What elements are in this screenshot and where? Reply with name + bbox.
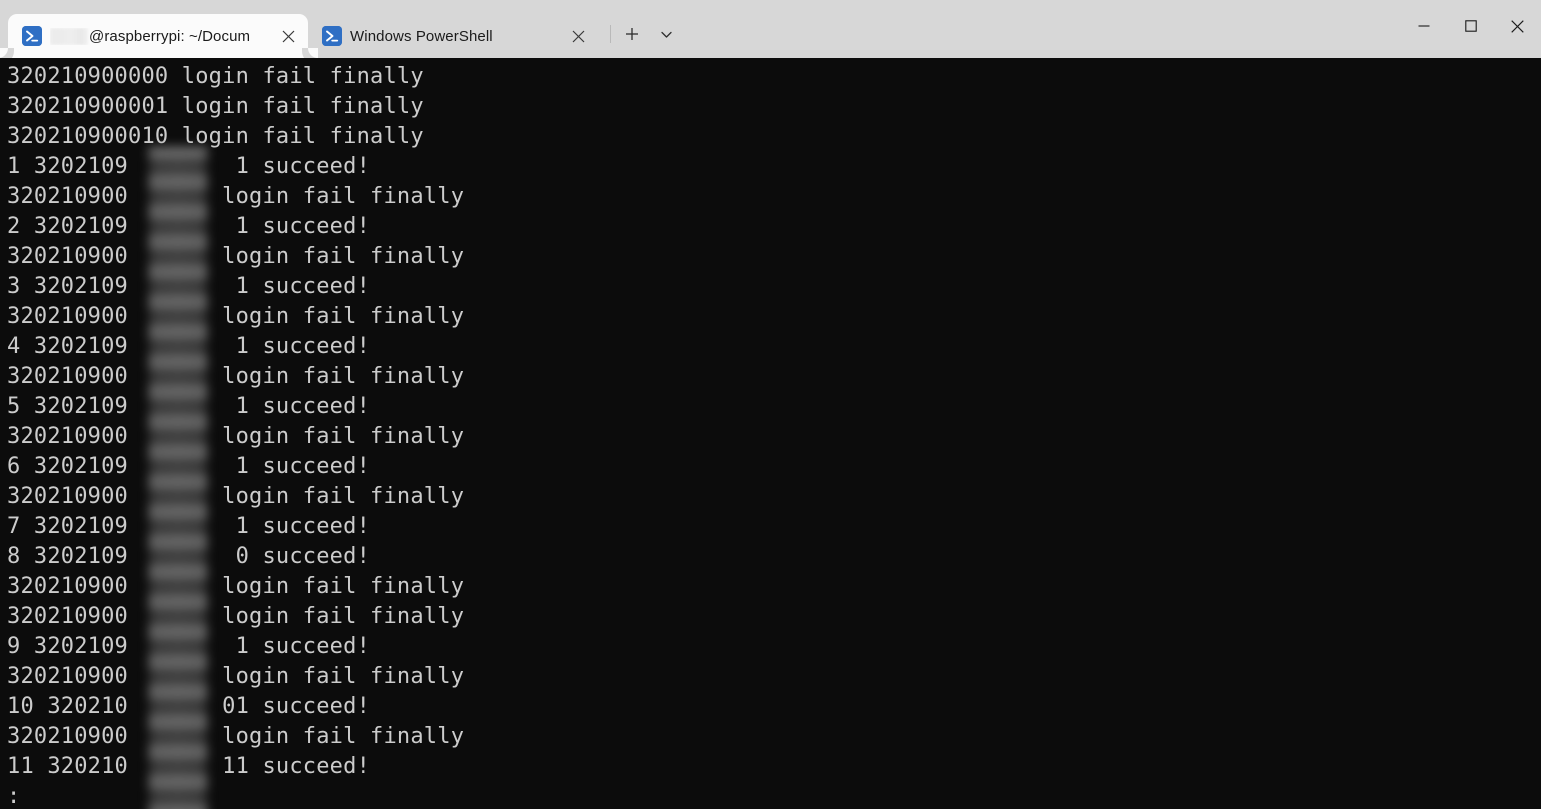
tab-ssh-raspberrypi[interactable]: @raspberrypi: ~/Docum	[0, 14, 318, 58]
terminal-line: 6 3202109 1 succeed!	[7, 454, 371, 479]
minimize-icon[interactable]	[1400, 0, 1447, 52]
terminal-line: 320210900 login fail finally	[7, 244, 465, 269]
terminal-line: 320210900 login fail finally	[7, 364, 465, 389]
terminal-line: 11 320210 11 succeed!	[7, 754, 371, 779]
titlebar-drag-area	[683, 0, 1400, 58]
tab-title: Windows PowerShell	[350, 28, 564, 45]
terminal-line: 7 3202109 1 succeed!	[7, 514, 371, 539]
maximize-icon[interactable]	[1447, 0, 1494, 52]
close-icon[interactable]	[564, 22, 592, 50]
terminal-line: 2 3202109 1 succeed!	[7, 214, 371, 239]
terminal-line: 5 3202109 1 succeed!	[7, 394, 371, 419]
tab-title: @raspberrypi: ~/Docum	[50, 27, 274, 45]
terminal-line: 8 3202109 0 succeed!	[7, 544, 371, 569]
terminal-line: 9 3202109 1 succeed!	[7, 634, 371, 659]
terminal-line: 10 320210 01 succeed!	[7, 694, 371, 719]
terminal-line: 320210900 login fail finally	[7, 724, 465, 749]
tabbar-actions	[606, 0, 683, 58]
titlebar: @raspberrypi: ~/Docum Windows PowerShell	[0, 0, 1541, 58]
pager-prompt: :	[7, 784, 21, 809]
tabstrip: @raspberrypi: ~/Docum Windows PowerShell	[0, 0, 598, 58]
new-tab-icon[interactable]	[615, 19, 649, 49]
window-controls	[1400, 0, 1541, 58]
terminal-line: 320210900001 login fail finally	[7, 94, 424, 119]
powershell-icon	[322, 26, 342, 46]
terminal-line: 320210900 login fail finally	[7, 664, 465, 689]
terminal-window: @raspberrypi: ~/Docum Windows PowerShell…	[0, 0, 1541, 809]
terminal-line: 320210900 login fail finally	[7, 184, 465, 209]
terminal-line: 320210900 login fail finally	[7, 304, 465, 329]
close-icon[interactable]	[274, 22, 302, 50]
tabbar-divider	[610, 25, 611, 43]
chevron-down-icon[interactable]	[649, 19, 683, 49]
terminal-line: 4 3202109 1 succeed!	[7, 334, 371, 359]
tab-windows-powershell[interactable]: Windows PowerShell	[308, 14, 598, 58]
tab-title-text: Windows PowerShell	[350, 27, 493, 45]
terminal-line: 1 3202109 1 succeed!	[7, 154, 371, 179]
terminal-line: 320210900000 login fail finally	[7, 64, 424, 89]
powershell-icon	[22, 26, 42, 46]
tab-title-text: @raspberrypi: ~/Docum	[89, 27, 251, 45]
terminal-line: 320210900 login fail finally	[7, 484, 465, 509]
terminal-line: 320210900 login fail finally	[7, 424, 465, 449]
terminal-line: 320210900 login fail finally	[7, 604, 465, 629]
terminal-pane[interactable]: 320210900000 login fail finally 32021090…	[0, 58, 1541, 809]
close-icon[interactable]	[1494, 0, 1541, 52]
terminal-line: 3 3202109 1 succeed!	[7, 274, 371, 299]
terminal-line: 320210900 login fail finally	[7, 574, 465, 599]
redacted-username-block	[50, 27, 88, 45]
terminal-line: 320210900010 login fail finally	[7, 124, 424, 149]
